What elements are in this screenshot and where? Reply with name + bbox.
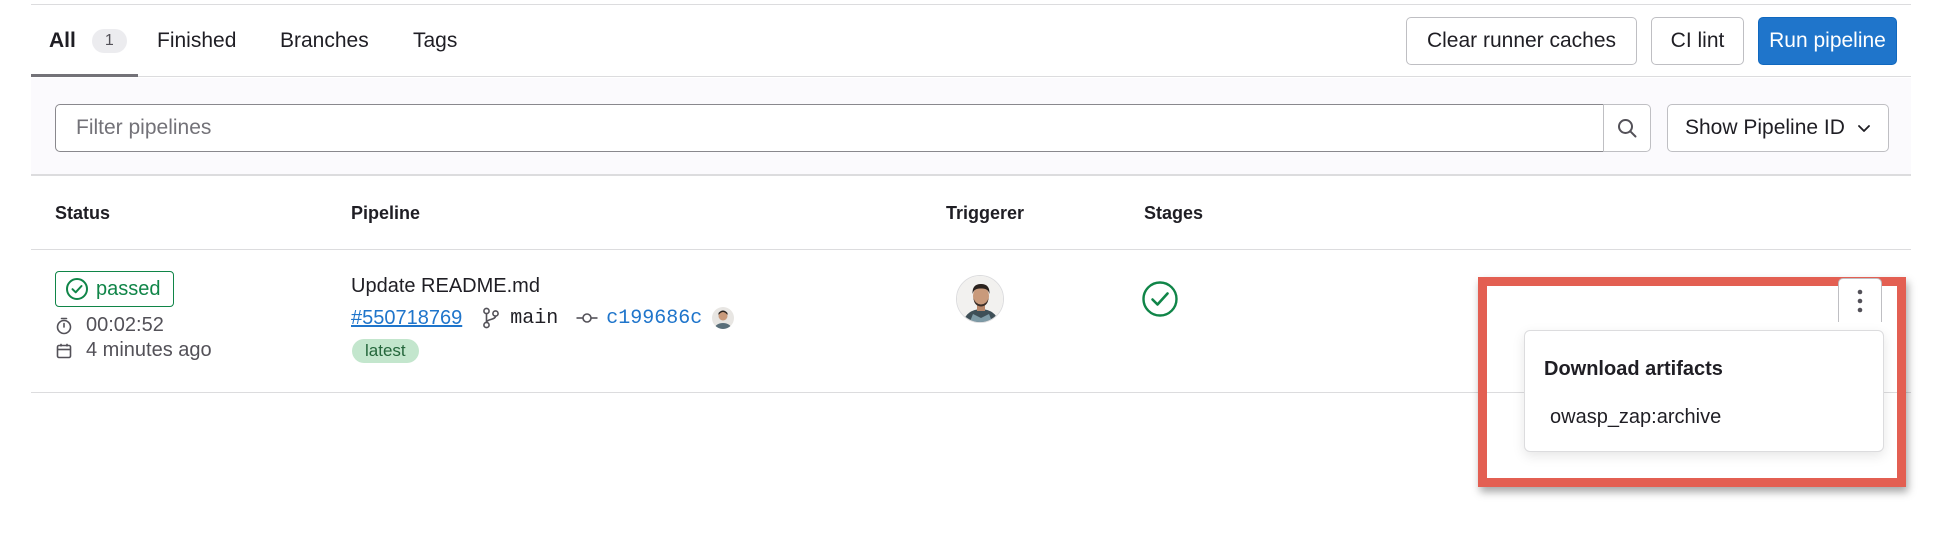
pipeline-duration: 00:02:52: [56, 314, 164, 337]
status-label: passed: [96, 277, 161, 300]
more-actions-button[interactable]: [1838, 278, 1882, 322]
kebab-icon: [1857, 289, 1863, 312]
filter-pipelines-input[interactable]: [55, 104, 1603, 152]
tab-all-label: All: [49, 29, 76, 52]
commit-link[interactable]: c199686c: [576, 307, 702, 330]
ci-lint-button[interactable]: CI lint: [1651, 17, 1744, 65]
finished-time-text: 4 minutes ago: [86, 339, 212, 361]
pipeline-tabs-bar: All 1 Finished Branches Tags Clear runne…: [31, 5, 1911, 77]
tab-tags[interactable]: Tags: [413, 5, 457, 77]
clear-runner-caches-button[interactable]: Clear runner caches: [1406, 17, 1637, 65]
show-pipeline-id-dropdown[interactable]: Show Pipeline ID: [1667, 104, 1889, 152]
check-circle-icon: [66, 278, 88, 300]
dropdown-title: Download artifacts: [1544, 358, 1723, 380]
column-header-triggerer: Triggerer: [946, 203, 1025, 223]
commit-title[interactable]: Update README.md: [351, 275, 540, 298]
stage-passed-status[interactable]: [1141, 280, 1179, 324]
branch-name: main: [510, 306, 559, 330]
search-icon: [1618, 119, 1637, 138]
branch-link[interactable]: main: [482, 307, 558, 330]
pipeline-finished-time: 4 minutes ago: [56, 339, 212, 362]
tab-all[interactable]: All 1: [49, 5, 127, 77]
duration-text: 00:02:52: [86, 314, 164, 336]
commit-sha: c199686c: [606, 306, 703, 330]
filter-bar: Show Pipeline ID: [31, 78, 1911, 176]
chevron-down-icon: [1858, 125, 1870, 132]
branch-icon: [483, 307, 500, 329]
artifacts-dropdown: Download artifacts owasp_zap:archive: [1524, 330, 1884, 452]
tab-all-count-badge: 1: [91, 29, 127, 53]
table-header-divider: [31, 249, 1911, 250]
tab-tags-label: Tags: [413, 29, 458, 52]
pipeline-id-link[interactable]: #550718769: [351, 307, 462, 330]
column-header-pipeline: Pipeline: [351, 203, 421, 223]
triggerer-avatar[interactable]: [956, 275, 1004, 323]
calendar-icon: [56, 343, 72, 358]
tab-branches[interactable]: Branches: [280, 5, 369, 77]
show-pipeline-id-label: Show Pipeline ID: [1685, 116, 1845, 139]
tab-finished-label: Finished: [157, 29, 237, 52]
check-circle-icon: [1142, 281, 1178, 317]
commit-author-avatar[interactable]: [712, 307, 735, 329]
pipeline-info: #550718769 main c199686c: [351, 305, 735, 331]
commit-icon: [576, 313, 598, 323]
tab-finished[interactable]: Finished: [157, 5, 236, 77]
active-tab-indicator: [31, 74, 138, 77]
search-button[interactable]: [1603, 104, 1651, 152]
artifact-download-item[interactable]: owasp_zap:archive: [1550, 406, 1721, 429]
column-header-stages: Stages: [1144, 203, 1204, 223]
run-pipeline-button[interactable]: Run pipeline: [1758, 17, 1897, 65]
status-badge[interactable]: passed: [55, 271, 174, 307]
tab-branches-label: Branches: [280, 29, 369, 52]
clock-icon: [56, 317, 72, 334]
column-header-status: Status: [55, 203, 111, 223]
latest-badge: latest: [352, 339, 419, 363]
